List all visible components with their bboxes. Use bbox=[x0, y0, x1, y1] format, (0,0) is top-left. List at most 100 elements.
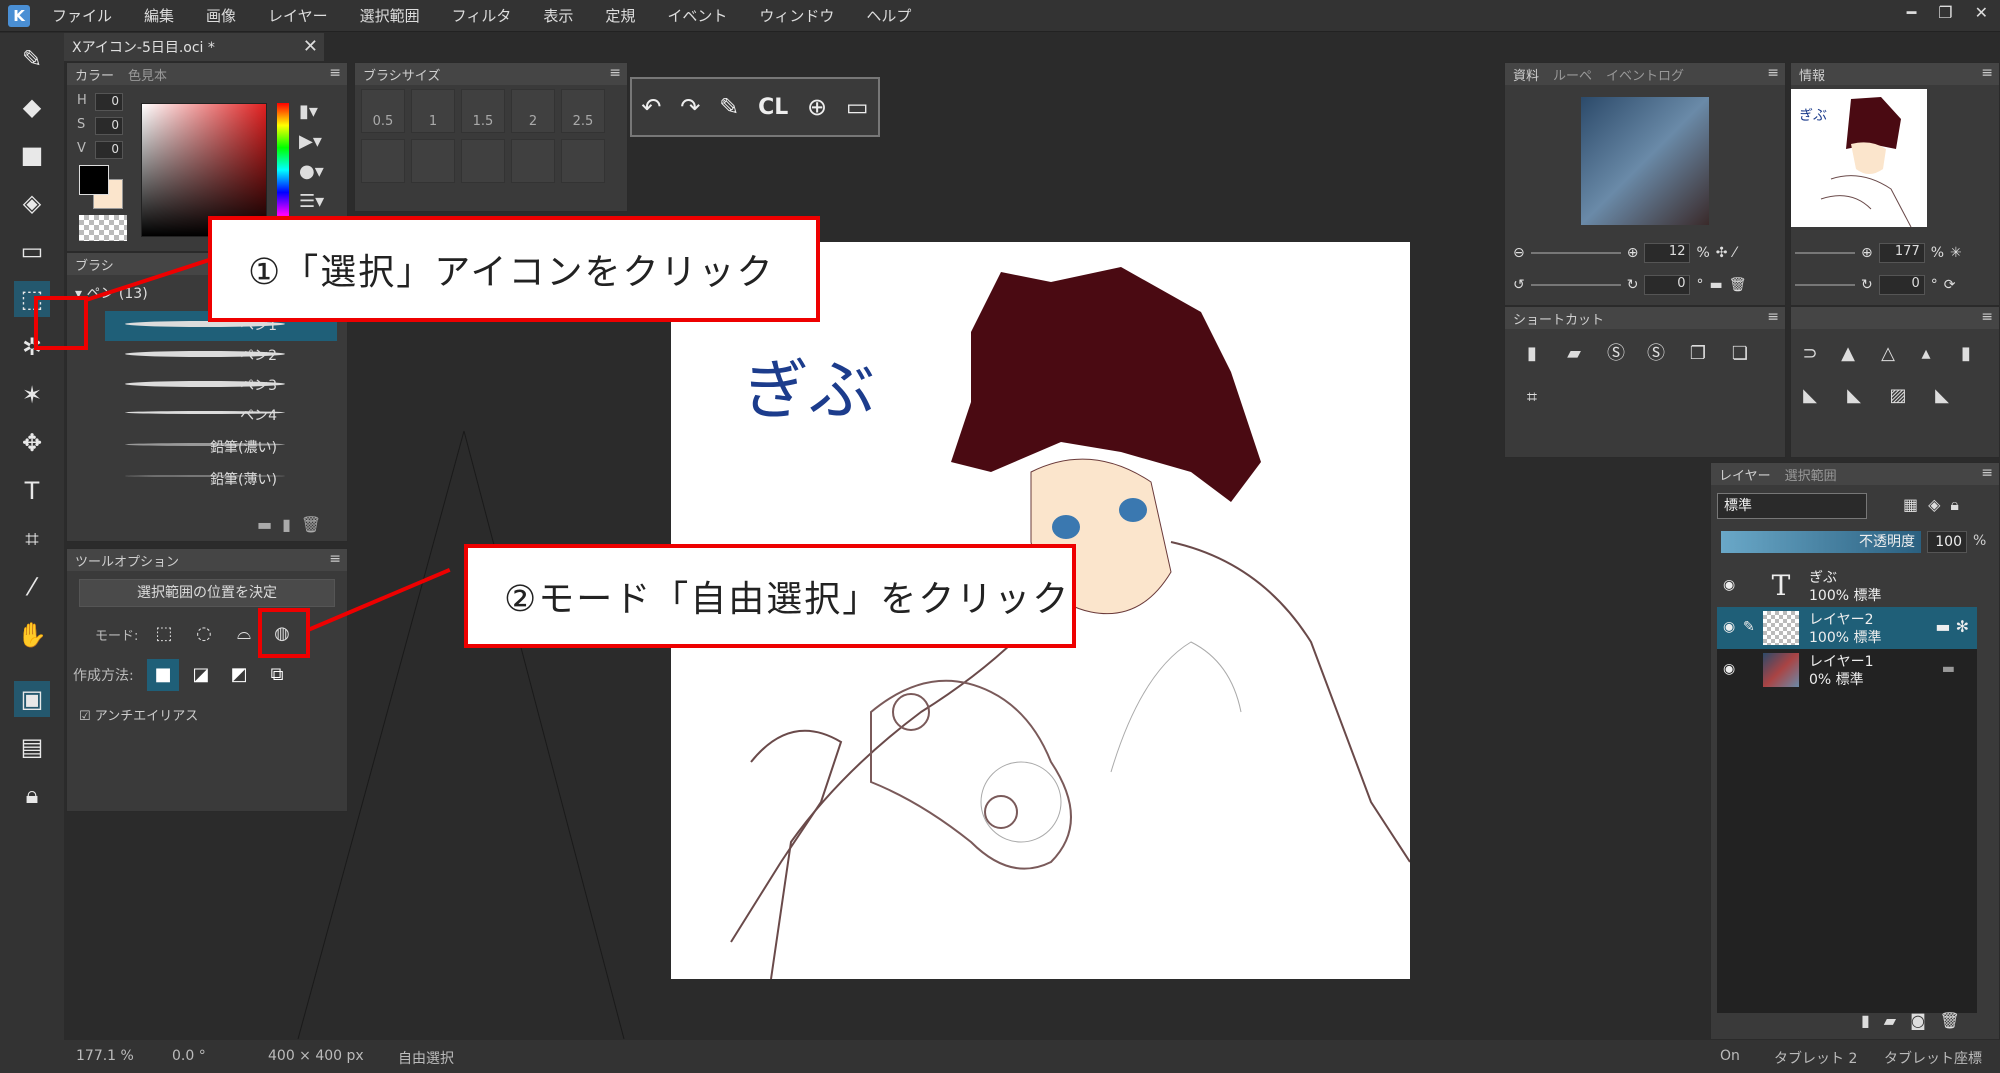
nav-rotate-input[interactable]: 0 bbox=[1644, 275, 1691, 295]
sparkle-icon[interactable]: ✳ bbox=[1950, 245, 1962, 261]
trash-icon[interactable]: 🗑︎ bbox=[1729, 277, 1747, 293]
panel-menu-icon[interactable]: ≡ bbox=[609, 65, 621, 81]
brush-size-2[interactable]: 2 bbox=[511, 89, 555, 133]
close-tab-icon[interactable]: ✕ bbox=[303, 36, 318, 57]
brush-item[interactable]: 鉛筆(薄い) bbox=[105, 465, 337, 495]
select-pen-icon[interactable]: ✶ bbox=[14, 377, 50, 413]
pen-tool-icon[interactable]: ✎ bbox=[14, 41, 50, 77]
confirm-selection-button[interactable]: 選択範囲の位置を決定 bbox=[79, 579, 335, 607]
brush-panel-actions[interactable]: ▬▮🗑︎ bbox=[257, 515, 331, 534]
hand-tool-icon[interactable]: ✋ bbox=[14, 617, 50, 653]
pen-icon[interactable]: ✎ bbox=[719, 93, 739, 121]
brush-size-cell[interactable] bbox=[461, 139, 505, 183]
paste-icon[interactable]: ❏ bbox=[1727, 341, 1753, 367]
save-icon[interactable]: Ⓢ bbox=[1603, 341, 1629, 367]
tab-reference[interactable]: 資料 bbox=[1513, 65, 1539, 84]
rect-select-icon[interactable]: ⬚ bbox=[151, 621, 177, 647]
opacity-input[interactable]: 100 bbox=[1927, 531, 1967, 553]
info-rotate-input[interactable]: 0 bbox=[1878, 275, 1925, 295]
zoom-in-icon[interactable]: ⊕ bbox=[1627, 245, 1639, 261]
method-intersect-icon[interactable]: ⧉ bbox=[261, 659, 293, 691]
visibility-eye-icon[interactable]: ◉ bbox=[1723, 661, 1735, 677]
layer-settings-gear-icon[interactable]: ▬ ✻ bbox=[1935, 617, 1969, 636]
brush-size-1[interactable]: 1 bbox=[411, 89, 455, 133]
menu-image[interactable]: 画像 bbox=[206, 5, 236, 26]
menu-ruler[interactable]: 定規 bbox=[605, 5, 635, 26]
visibility-eye-icon[interactable]: ◉ bbox=[1723, 619, 1735, 635]
layer-row[interactable]: ◉ ✎ レイヤー2 100% 標準 ▬ ✻ bbox=[1717, 607, 1977, 649]
zoom-out-icon[interactable]: ⊖ bbox=[1513, 245, 1525, 261]
window-icon[interactable]: ▭ bbox=[846, 93, 869, 121]
s-input[interactable]: 0 bbox=[95, 117, 123, 135]
ruler-icon[interactable]: ▴ bbox=[1913, 341, 1939, 367]
menu-filter[interactable]: フィルタ bbox=[452, 5, 512, 26]
antialias-checkbox[interactable]: ☑ アンチエイリアス bbox=[79, 705, 198, 724]
tab-swatches[interactable]: 色見本 bbox=[128, 65, 167, 84]
panel-menu-icon[interactable]: ≡ bbox=[1981, 309, 1993, 325]
pin-icon[interactable]: ✣ bbox=[1716, 245, 1728, 261]
transparent-color-swatch[interactable] bbox=[79, 215, 127, 241]
rotate-left-icon[interactable]: ↺ bbox=[1513, 277, 1525, 293]
brush-item[interactable]: ペン3 bbox=[105, 371, 337, 401]
blend-mode-select[interactable]: 標準 bbox=[1717, 493, 1867, 519]
ellipse-select-icon[interactable]: ◌ bbox=[191, 621, 217, 647]
tab-selection[interactable]: 選択範囲 bbox=[1785, 465, 1837, 484]
perspective-icon[interactable]: ◣ bbox=[1797, 383, 1823, 409]
menu-view[interactable]: 表示 bbox=[543, 5, 573, 26]
panel-menu-icon[interactable]: ≡ bbox=[329, 65, 341, 81]
panel-menu-icon[interactable]: ≡ bbox=[1981, 65, 1993, 81]
menu-file[interactable]: ファイル bbox=[52, 5, 112, 26]
transform-icon[interactable]: ⌗ bbox=[1519, 385, 1545, 411]
panel-menu-icon[interactable]: ≡ bbox=[1767, 309, 1779, 325]
layer-row[interactable]: ◉ T ぎぶ 100% 標準 bbox=[1717, 565, 1977, 607]
brush-item[interactable]: ペン2 bbox=[105, 341, 337, 371]
folder-icon[interactable]: ▬ bbox=[1709, 277, 1722, 293]
tab-loupe[interactable]: ルーペ bbox=[1553, 65, 1592, 84]
panel-menu-icon[interactable]: ≡ bbox=[1981, 465, 1993, 481]
brush-size-0-5[interactable]: 0.5 bbox=[361, 89, 405, 133]
new-file-icon[interactable]: ▮ bbox=[1519, 341, 1545, 367]
menu-help[interactable]: ヘルプ bbox=[866, 5, 911, 26]
clear-button[interactable]: CL bbox=[758, 95, 788, 120]
fill-tool-icon[interactable]: ◈ bbox=[14, 185, 50, 221]
maximize-button[interactable]: ❐ bbox=[1938, 3, 1952, 22]
text-tool-icon[interactable]: T bbox=[14, 473, 50, 509]
info-rotate-icon[interactable]: ↻ bbox=[1861, 277, 1873, 293]
perspective-icon[interactable]: ◣ bbox=[1841, 383, 1867, 409]
method-add-icon[interactable]: ◪ bbox=[185, 659, 217, 691]
hatch-icon[interactable]: ▨ bbox=[1885, 383, 1911, 409]
ruler-icon[interactable]: △ bbox=[1875, 341, 1901, 367]
brush-size-cell[interactable] bbox=[511, 139, 555, 183]
info-zoom-slider[interactable] bbox=[1795, 252, 1855, 254]
h-input[interactable]: 0 bbox=[95, 93, 123, 111]
rectangle-tool-icon[interactable]: ■ bbox=[14, 137, 50, 173]
panel-menu-icon[interactable]: ≡ bbox=[329, 551, 341, 567]
move-tool-icon[interactable]: ✥ bbox=[14, 425, 50, 461]
redo-icon[interactable]: ↷ bbox=[680, 93, 700, 121]
reference-image[interactable] bbox=[1581, 97, 1709, 225]
opacity-slider[interactable]: 不透明度 bbox=[1721, 531, 1921, 553]
menu-window[interactable]: ウィンドウ bbox=[759, 5, 834, 26]
ruler-icon[interactable]: ▲ bbox=[1835, 341, 1861, 367]
document-tab[interactable]: Xアイコン-5日目.oci * ✕ bbox=[64, 33, 324, 61]
layer-lock-icons[interactable]: ▦◈🔒︎ bbox=[1903, 495, 1969, 515]
menu-event[interactable]: イベント bbox=[667, 5, 727, 26]
method-new-icon[interactable]: ■ bbox=[147, 659, 179, 691]
eyedropper-tool-icon[interactable]: ⁄ bbox=[14, 569, 50, 605]
layer-row[interactable]: ◉ レイヤー1 0% 標準 ▬ bbox=[1717, 649, 1977, 691]
brush-size-cell[interactable] bbox=[561, 139, 605, 183]
panel-menu-icon[interactable]: ≡ bbox=[1767, 65, 1779, 81]
brush-size-cell[interactable] bbox=[411, 139, 455, 183]
lock-tool-icon[interactable]: 🔒︎ bbox=[14, 777, 50, 813]
polygon-select-icon[interactable]: ⌓ bbox=[231, 621, 257, 647]
eraser-tool-icon[interactable]: ◆ bbox=[14, 89, 50, 125]
copy-icon[interactable]: ❐ bbox=[1685, 341, 1711, 367]
reset-icon[interactable]: ⟳ bbox=[1944, 277, 1956, 293]
method-subtract-icon[interactable]: ◩ bbox=[223, 659, 255, 691]
brush-item[interactable]: 鉛筆(濃い) bbox=[105, 433, 337, 463]
menu-layer[interactable]: レイヤー bbox=[268, 5, 328, 26]
minimize-button[interactable]: ━ bbox=[1907, 3, 1917, 22]
rotate-right-icon[interactable]: ↻ bbox=[1627, 277, 1639, 293]
tab-color[interactable]: カラー bbox=[75, 65, 114, 84]
nav-zoom-input[interactable]: 12 bbox=[1644, 243, 1691, 263]
